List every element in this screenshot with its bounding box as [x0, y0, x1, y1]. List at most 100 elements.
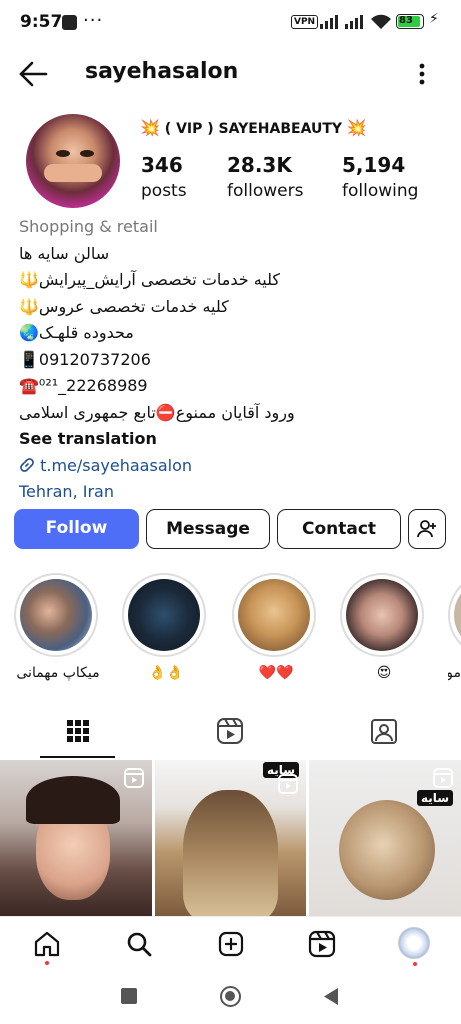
- reel-badge-icon: [278, 774, 298, 794]
- profile-notification-dot: [413, 962, 417, 966]
- bio-line: کلیه خدمات تخصصی آرایش_پیرایش🔱: [19, 270, 281, 289]
- profile-avatar[interactable]: [26, 114, 120, 208]
- story-highlight[interactable]: مو: [448, 573, 461, 681]
- bio-line: ورود آقایان ممنوع⛔تابع جمهوری اسلامی: [19, 402, 295, 422]
- home-icon[interactable]: [32, 929, 62, 959]
- add-post-icon[interactable]: [216, 929, 246, 959]
- more-notifications-icon: ···: [83, 10, 104, 31]
- post-hair: [26, 776, 120, 824]
- profile-header: sayehasalon: [0, 50, 461, 98]
- highlight-cover: [128, 579, 200, 651]
- wifi-icon: [371, 14, 391, 29]
- back-button[interactable]: [322, 987, 340, 1006]
- grid-post[interactable]: [0, 760, 152, 916]
- battery-level: 83: [399, 15, 413, 26]
- followers-count: 28.3K: [227, 153, 292, 177]
- system-navigation-bar: [0, 972, 461, 1024]
- bio-line: محدوده قلهـک🌏: [19, 323, 134, 342]
- home-button-dot: [225, 991, 235, 1001]
- followers-stat[interactable]: 28.3K followers: [227, 153, 303, 201]
- following-stat[interactable]: 5,194 following: [342, 153, 418, 201]
- grid-post[interactable]: سایه: [155, 760, 306, 916]
- app-notification-icon: [62, 15, 77, 30]
- display-name: 💥 ( VIP ) SAYEHABEAUTY 💥: [140, 118, 367, 137]
- bio-landline: ☎️⁰²¹_22268989: [19, 376, 148, 395]
- location-link[interactable]: Tehran, Iran: [19, 479, 449, 506]
- search-icon[interactable]: [124, 929, 154, 959]
- watermark-label: سایه: [417, 790, 454, 806]
- suggested-users-button[interactable]: [408, 509, 446, 549]
- signal-icon: [320, 15, 338, 29]
- home-button[interactable]: [220, 986, 241, 1007]
- person-add-icon: [417, 520, 436, 538]
- bottom-navigation: [0, 916, 461, 972]
- bio-line: سالن سایه ها: [19, 243, 110, 263]
- avatar-eye-right: [80, 150, 94, 157]
- recents-button[interactable]: [121, 988, 137, 1004]
- posts-count: 346: [141, 153, 183, 177]
- reels-icon[interactable]: [307, 929, 337, 959]
- follow-button[interactable]: Follow: [14, 509, 139, 549]
- burst-emoji-2: 💥: [346, 118, 367, 137]
- highlight-ring: [448, 573, 461, 657]
- story-highlight[interactable]: 😍: [340, 573, 428, 681]
- highlight-ring: [14, 573, 98, 657]
- posts-grid: سایه سایه: [0, 760, 461, 916]
- active-tab-indicator: [40, 756, 115, 758]
- avatar-hand: [44, 164, 102, 182]
- bio-link[interactable]: t.me/sayehaasalon: [19, 453, 449, 480]
- bio-line: کلیه خدمات تخصصی عروس🔱: [19, 296, 229, 316]
- story-highlight[interactable]: ❤️❤️: [232, 573, 320, 681]
- profile-bio: Shopping & retail سالن سایه ها کلیه خدما…: [19, 214, 449, 506]
- post-hair: [183, 790, 278, 916]
- highlight-caption: 👌👌: [148, 665, 184, 681]
- grid-post[interactable]: سایه: [309, 760, 461, 916]
- highlight-caption: میکاپ مهمانی: [16, 665, 100, 681]
- posts-stat[interactable]: 346 posts: [141, 153, 187, 201]
- story-highlight[interactable]: 👌👌: [122, 573, 210, 681]
- battery-icon: 83: [396, 14, 424, 29]
- display-name-text: ( VIP ) SAYEHABEAUTY: [164, 121, 343, 137]
- highlight-cover: [346, 579, 418, 651]
- profile-avatar-tab[interactable]: [398, 927, 430, 959]
- posts-label: posts: [141, 181, 187, 201]
- following-count: 5,194: [342, 153, 406, 177]
- highlight-cover: [238, 579, 310, 651]
- contact-button[interactable]: Contact: [277, 509, 401, 549]
- highlight-cover: [20, 579, 92, 651]
- see-translation-link[interactable]: See translation: [19, 426, 449, 453]
- followers-label: followers: [227, 181, 304, 201]
- arrow-left-icon[interactable]: [18, 60, 48, 88]
- bio-link-text: t.me/sayehaasalon: [40, 455, 192, 475]
- signal-icon-2: [345, 15, 363, 29]
- profile-tabs: [0, 708, 461, 758]
- highlight-caption: ❤️❤️: [258, 665, 294, 681]
- grid-icon[interactable]: [63, 716, 93, 746]
- highlight-cover: [454, 579, 461, 651]
- status-time: 9:57: [20, 12, 63, 32]
- avatar-eye-left: [56, 150, 70, 157]
- highlight-caption: مو: [448, 665, 461, 681]
- charging-icon: ⚡: [429, 11, 439, 27]
- home-notification-dot: [45, 961, 49, 965]
- highlight-caption: 😍: [376, 665, 392, 681]
- story-highlight[interactable]: میکاپ مهمانی: [14, 573, 102, 681]
- highlight-ring: [122, 573, 206, 657]
- category-label: Shopping & retail: [19, 217, 158, 236]
- more-vertical-icon[interactable]: [412, 60, 432, 88]
- highlight-ring: [340, 573, 424, 657]
- message-button[interactable]: Message: [146, 509, 270, 549]
- profile-username: sayehasalon: [85, 59, 239, 84]
- highlight-ring: [232, 573, 316, 657]
- reel-badge-icon: [433, 768, 453, 788]
- following-label: following: [342, 181, 419, 201]
- reels-icon[interactable]: [215, 716, 245, 746]
- bio-phone: 📱09120737206: [19, 349, 151, 369]
- vpn-badge: VPN: [291, 15, 319, 29]
- tagged-icon[interactable]: [369, 716, 399, 746]
- reel-badge-icon: [124, 768, 144, 788]
- link-icon: [20, 457, 34, 472]
- status-bar: 9:57 ··· VPN 83 ⚡: [0, 0, 461, 44]
- post-updo: [339, 800, 435, 900]
- burst-emoji: 💥: [140, 118, 160, 137]
